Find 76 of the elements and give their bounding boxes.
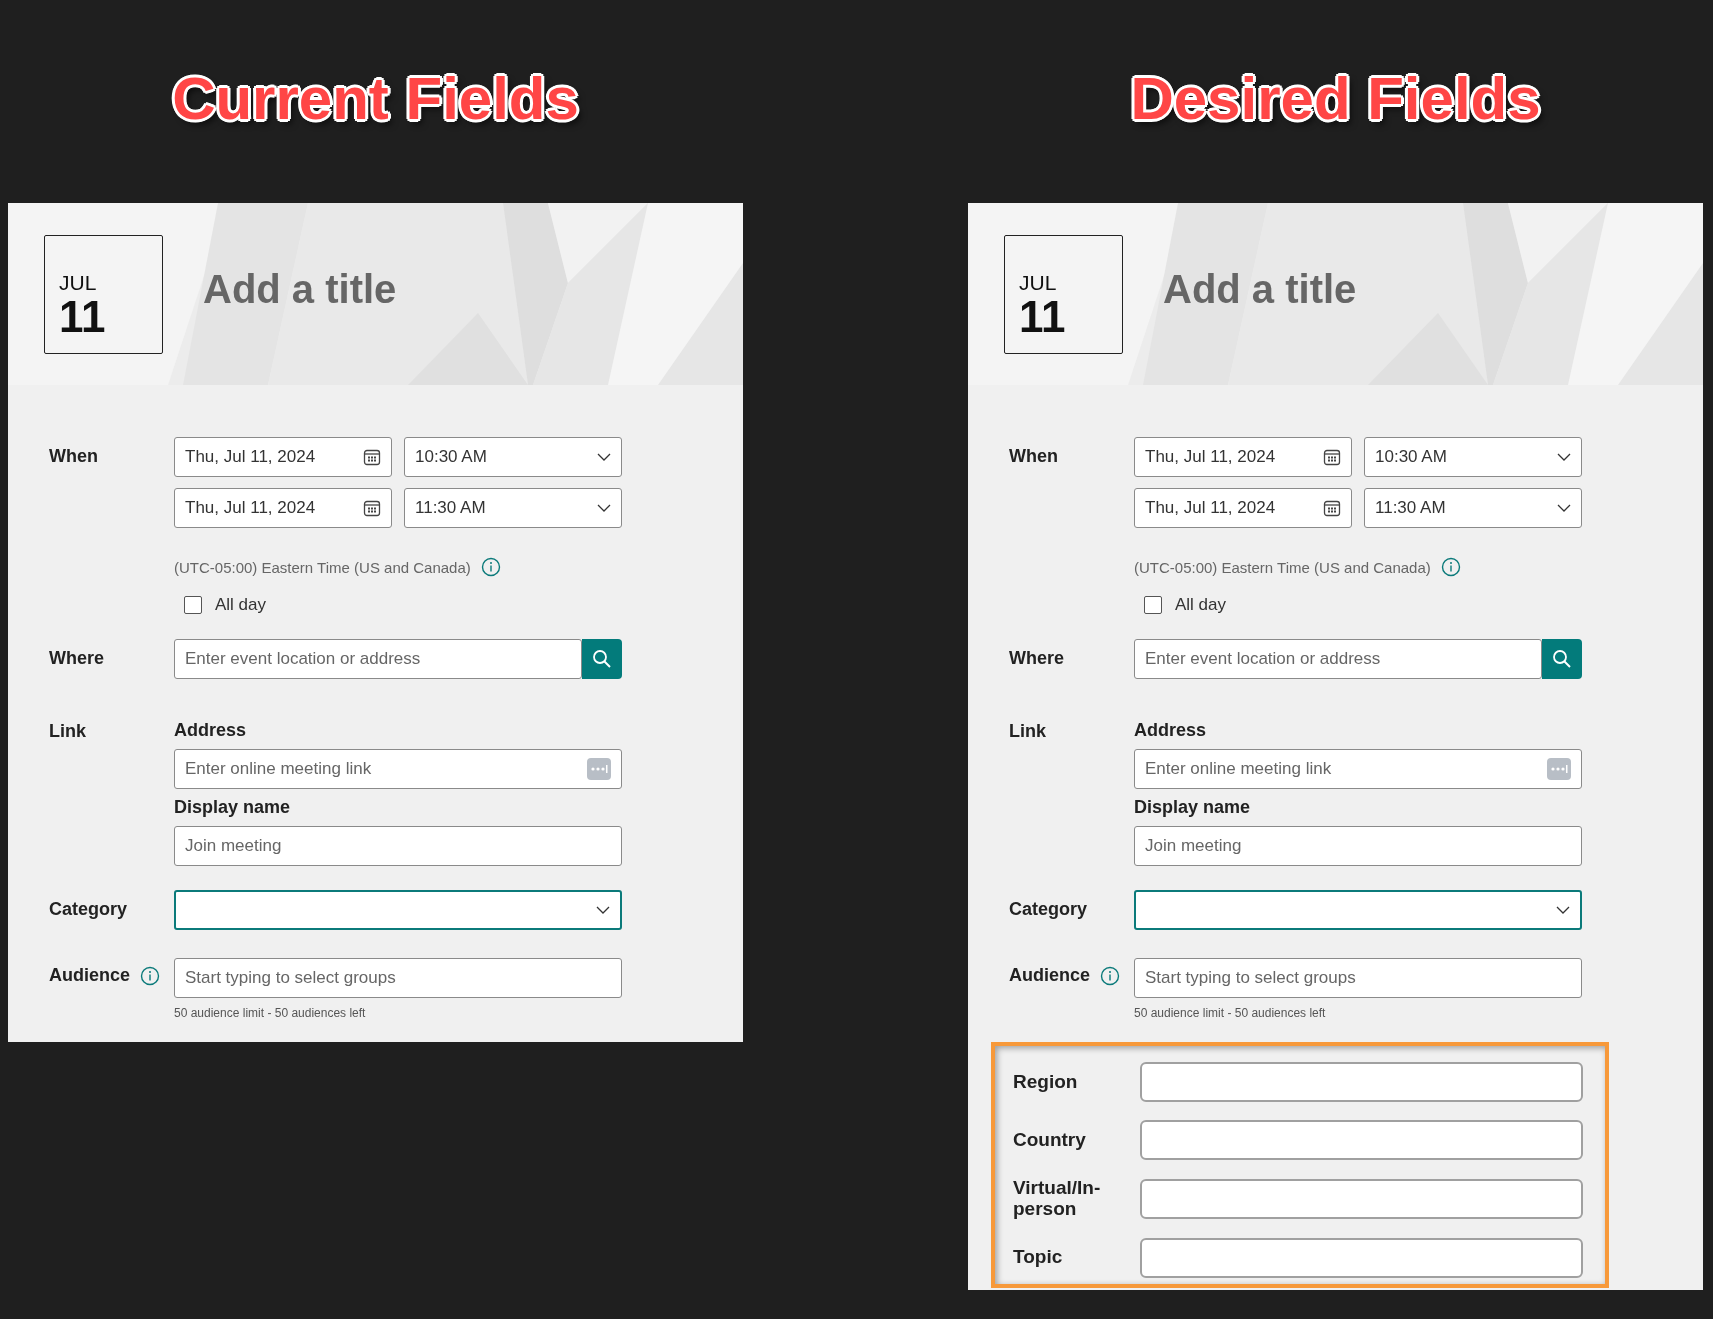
field-label: Virtual/In-person [1013,1178,1102,1220]
calendar-icon [1323,499,1341,517]
date-field[interactable]: Thu, Jul 11, 2024 [1134,488,1352,528]
field-label: Where [1009,647,1065,669]
date-day: 11 [1019,294,1122,339]
audience-field[interactable]: Start typing to select groups [174,958,622,998]
field-label: When [1009,445,1059,467]
limit-text: 50 audience limit - 50 audiences left [174,1006,367,1020]
field-label: Address [174,720,248,741]
info-icon [140,965,161,986]
text-field[interactable] [1140,1120,1583,1160]
location-field[interactable]: Enter event location or address [1134,639,1542,679]
ellipsis-icon [587,758,611,780]
field-label: Where [49,647,105,669]
date-field[interactable]: Thu, Jul 11, 2024 [174,437,392,477]
heading: Desired Fields [1130,66,1541,132]
category-dropdown[interactable] [1134,890,1582,930]
field-label: Category [49,898,129,920]
field-label: Country [1013,1129,1087,1151]
field-label: Topic [1013,1247,1064,1269]
chevron-down-icon [1557,453,1571,461]
search-button[interactable] [582,639,622,679]
title-field[interactable]: Add a title [1163,266,1357,312]
field-label: Display name [1134,797,1252,818]
title-field[interactable]: Add a title [203,266,397,312]
date-field[interactable]: Thu, Jul 11, 2024 [1134,437,1352,477]
time-dropdown[interactable]: 11:30 AM [1364,488,1582,528]
time-dropdown[interactable]: 10:30 AM [1364,437,1582,477]
field-label: Link [1009,720,1047,742]
field-label: Region [1013,1071,1079,1093]
limit-text: 50 audience limit - 50 audiences left [1134,1006,1327,1020]
info-icon [1100,965,1121,986]
link-field[interactable]: Enter online meeting link [1134,749,1582,789]
info-icon [1440,557,1461,577]
calendar-icon [363,499,381,517]
timezone-text: (UTC-05:00) Eastern Time (US and Canada) [1134,558,1431,576]
timezone-text: (UTC-05:00) Eastern Time (US and Canada) [174,558,471,576]
field-label: Display name [174,797,292,818]
text-field[interactable] [1140,1178,1583,1219]
heading: Current Fields [172,66,579,132]
field-label: Audience [49,965,131,986]
time-dropdown[interactable]: 11:30 AM [404,488,622,528]
chevron-down-icon [1557,504,1571,512]
calendar-icon [1323,448,1341,466]
search-button[interactable] [1542,639,1582,679]
audience-field[interactable]: Start typing to select groups [1134,958,1582,998]
display-name-field[interactable]: Join meeting [174,826,622,866]
calendar-icon [363,448,381,466]
chevron-down-icon [597,504,611,512]
checkbox-label: All day [215,595,267,615]
field-label: Audience [1009,965,1091,986]
date-field[interactable]: Thu, Jul 11, 2024 [174,488,392,528]
checkbox[interactable] [184,596,202,614]
text-field[interactable] [1140,1062,1583,1102]
link-field[interactable]: Enter online meeting link [174,749,622,789]
chevron-down-icon [597,453,611,461]
chevron-down-icon [1556,906,1570,914]
category-dropdown[interactable] [174,890,622,930]
field-label: Category [1009,898,1089,920]
display-name-field[interactable]: Join meeting [1134,826,1582,866]
time-dropdown[interactable]: 10:30 AM [404,437,622,477]
search-icon [1552,649,1572,669]
checkbox-label: All day [1175,595,1227,615]
field-label: When [49,445,99,467]
chevron-down-icon [596,906,610,914]
location-field[interactable]: Enter event location or address [174,639,582,679]
ellipsis-icon [1547,758,1571,780]
checkbox[interactable] [1144,596,1162,614]
field-label: Address [1134,720,1208,741]
date-month: JUL [1019,271,1058,295]
field-label: Link [49,720,87,742]
info-icon [480,557,501,577]
date-month: JUL [59,271,98,295]
text-field[interactable] [1140,1237,1583,1278]
search-icon [592,649,612,669]
date-day: 11 [59,294,162,339]
